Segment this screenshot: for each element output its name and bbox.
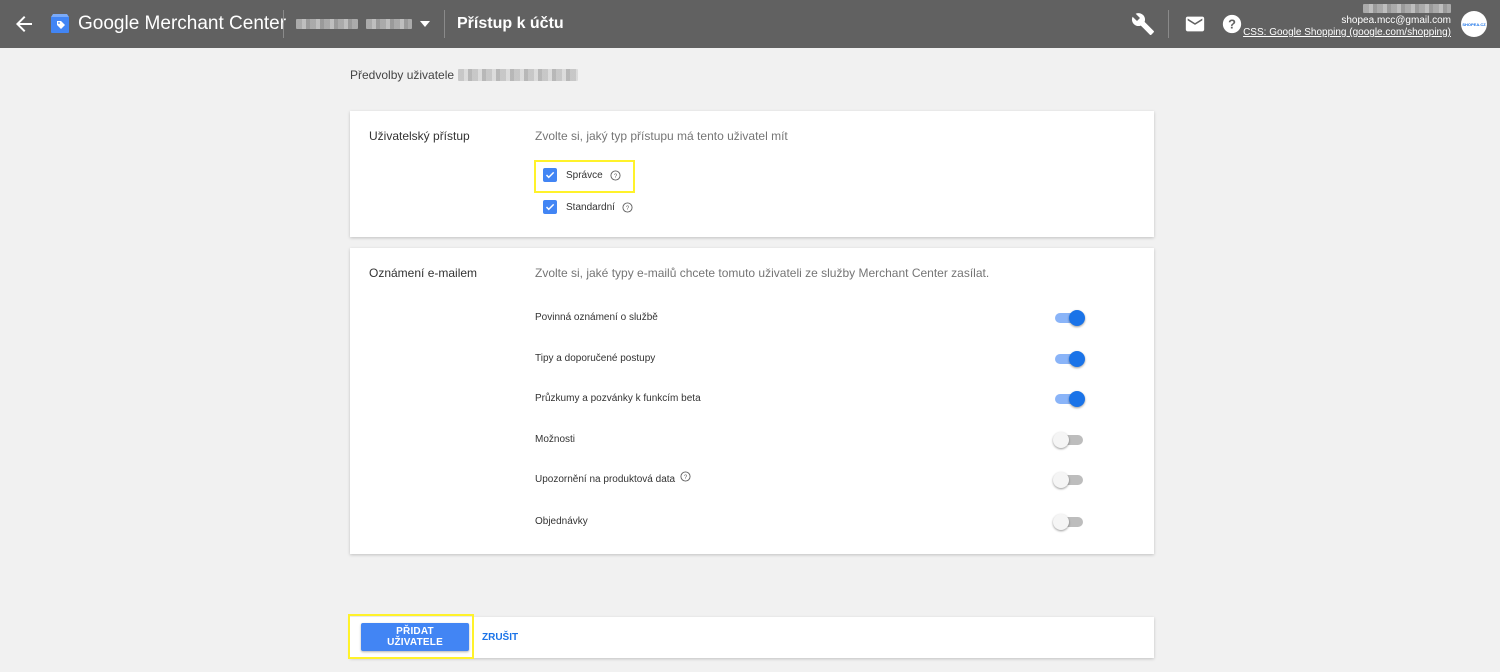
user-preferences-label: Předvolby uživatele (350, 68, 455, 82)
notification-label: Možnosti (535, 434, 576, 445)
add-user-button[interactable]: PŘIDAT UŽIVATELE (361, 623, 469, 651)
checkmark-icon (545, 203, 555, 211)
admin-checkbox-row[interactable]: Správce ? (543, 168, 621, 182)
notification-label: Objednávky (535, 516, 588, 527)
help-circle-icon[interactable]: ? (622, 201, 633, 213)
page-title: Přístup k účtu (457, 15, 564, 32)
admin-label: Správce (566, 169, 603, 181)
notification-label: Průzkumy a pozvánky k funkcím beta (535, 393, 701, 404)
dropdown-arrow-icon[interactable] (420, 21, 430, 27)
notification-label: Povinná oznámení o službě (535, 312, 658, 323)
app-brand-name: Google Merchant Center (78, 13, 287, 34)
divider (283, 10, 284, 38)
divider (1168, 10, 1169, 38)
user-preferences-heading: Předvolby uživatele (350, 68, 579, 82)
top-app-bar: Google Merchant Center Přístup k účtu ? … (0, 0, 1500, 48)
css-link[interactable]: CSS: Google Shopping (google.com/shoppin… (1243, 27, 1451, 39)
email-notifications-label: Oznámení e-mailem (369, 266, 478, 280)
back-arrow-icon[interactable] (12, 12, 36, 36)
user-access-label: Uživatelský přístup (369, 129, 470, 143)
user-info: shopea.mcc@gmail.com CSS: Google Shoppin… (1243, 4, 1451, 39)
redacted-account-id (366, 19, 412, 29)
notification-row: Tipy a doporučené postupy (535, 349, 1085, 369)
notification-toggle[interactable] (1053, 514, 1085, 530)
notification-toggle[interactable] (1055, 310, 1085, 326)
redacted-user-email (458, 69, 579, 81)
svg-text:?: ? (626, 205, 630, 211)
notification-toggle[interactable] (1053, 432, 1085, 448)
standard-checkbox[interactable] (543, 200, 557, 214)
svg-text:?: ? (684, 475, 688, 481)
redacted-account-name (296, 19, 358, 29)
redacted-user-name (1363, 4, 1451, 13)
help-circle-icon[interactable]: ? (680, 471, 691, 482)
notification-row: Upozornění na produktová data ? (535, 470, 1085, 490)
svg-text:?: ? (1228, 17, 1236, 32)
notification-row: Objednávky (535, 512, 1085, 532)
checkmark-icon (545, 171, 555, 179)
merchant-center-logo-icon (51, 14, 69, 33)
email-notifications-description: Zvolte si, jaké typy e-mailů chcete tomu… (535, 266, 990, 280)
cancel-button[interactable]: ZRUŠIT (478, 623, 522, 651)
notification-row: Průzkumy a pozvánky k funkcím beta (535, 389, 1085, 409)
user-access-description: Zvolte si, jaký typ přístupu má tento už… (535, 129, 788, 143)
notification-label-row: Upozornění na produktová data ? (535, 471, 691, 485)
help-icon[interactable]: ? (1221, 12, 1243, 36)
admin-checkbox[interactable] (543, 168, 557, 182)
notification-label: Upozornění na produktová data (535, 474, 676, 485)
standard-checkbox-row[interactable]: Standardní ? (543, 200, 633, 214)
notification-row: Možnosti (535, 430, 1085, 450)
mail-icon[interactable] (1184, 12, 1206, 36)
user-access-card: Uživatelský přístup Zvolte si, jaký typ … (350, 111, 1154, 237)
notification-toggle[interactable] (1055, 391, 1085, 407)
wrench-icon[interactable] (1131, 12, 1155, 36)
svg-text:?: ? (614, 173, 618, 179)
notification-row: Povinná oznámení o službě (535, 308, 1085, 328)
notification-toggle[interactable] (1055, 351, 1085, 367)
notification-label: Tipy a doporučené postupy (535, 353, 656, 364)
standard-label: Standardní (566, 201, 615, 213)
divider (444, 10, 445, 38)
help-circle-icon[interactable]: ? (610, 169, 621, 181)
email-notifications-card: Oznámení e-mailem Zvolte si, jaké typy e… (350, 248, 1154, 554)
avatar[interactable]: SHOPEA.CZ (1461, 11, 1487, 37)
user-email: shopea.mcc@gmail.com (1341, 15, 1451, 26)
account-selector[interactable] (296, 16, 430, 32)
notification-toggle[interactable] (1053, 472, 1085, 488)
